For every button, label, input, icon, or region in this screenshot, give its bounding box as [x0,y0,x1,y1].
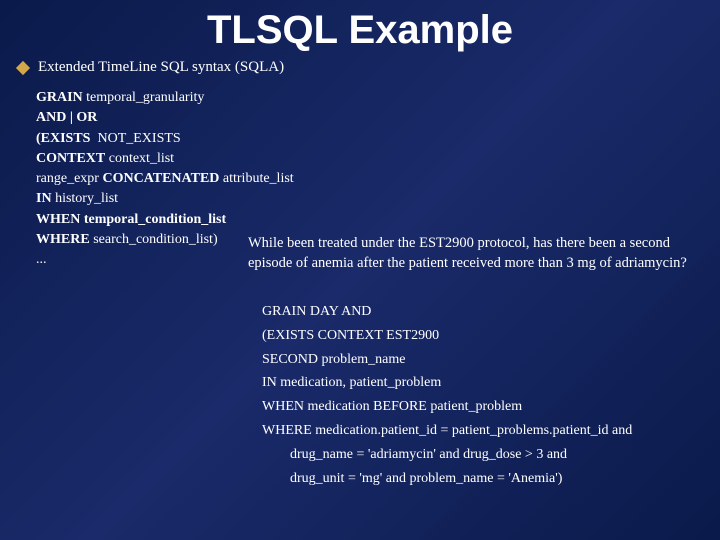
slide-title: TLSQL Example [0,0,720,53]
syntax-line: WHEN temporal_condition_list [36,210,720,230]
subtitle-row: Extended TimeLine SQL syntax (SQLA) [18,59,720,76]
syntax-text: ... [36,252,47,267]
example-line: WHERE medication.patient_id = patient_pr… [262,419,712,443]
example-text: drug_name = 'adriamycin' and drug_dose >… [262,443,567,467]
example-line: IN medication, patient_problem [262,371,712,395]
keyword: AND | OR [36,110,97,125]
subtitle-text: Extended TimeLine SQL syntax (SQLA) [38,59,284,76]
example-text: drug_unit = 'mg' and problem_name = 'Ane… [262,467,562,491]
syntax-line: (EXISTS NOT_EXISTS [36,129,720,149]
example-block: GRAIN DAY AND (EXISTS CONTEXT EST2900 SE… [262,300,712,490]
keyword: GRAIN [36,90,83,105]
syntax-line: range_expr CONCATENATED attribute_list [36,169,720,189]
syntax-text: temporal_granularity [83,90,205,105]
syntax-line: GRAIN temporal_granularity [36,88,720,108]
syntax-line: IN history_list [36,189,720,209]
keyword: (EXISTS [36,131,90,146]
question-text: While been treated under the EST2900 pro… [248,234,708,273]
example-line: drug_unit = 'mg' and problem_name = 'Ane… [262,467,712,491]
syntax-text: context_list [105,151,174,166]
syntax-line: CONTEXT context_list [36,149,720,169]
syntax-text: history_list [52,191,119,206]
syntax-text: search_condition_list) [90,232,218,247]
example-line: GRAIN DAY AND [262,300,712,324]
keyword: IN [36,191,52,206]
syntax-text: attribute_list [219,171,293,186]
syntax-text: range_expr [36,171,102,186]
example-line: (EXISTS CONTEXT EST2900 [262,324,712,348]
keyword: WHEN temporal_condition_list [36,212,226,227]
syntax-text: NOT_EXISTS [90,131,180,146]
syntax-line: AND | OR [36,108,720,128]
bullet-icon [16,60,30,74]
example-line: WHEN medication BEFORE patient_problem [262,395,712,419]
keyword: CONTEXT [36,151,105,166]
example-line: drug_name = 'adriamycin' and drug_dose >… [262,443,712,467]
keyword: CONCATENATED [102,171,219,186]
keyword: WHERE [36,232,90,247]
example-line: SECOND problem_name [262,348,712,372]
